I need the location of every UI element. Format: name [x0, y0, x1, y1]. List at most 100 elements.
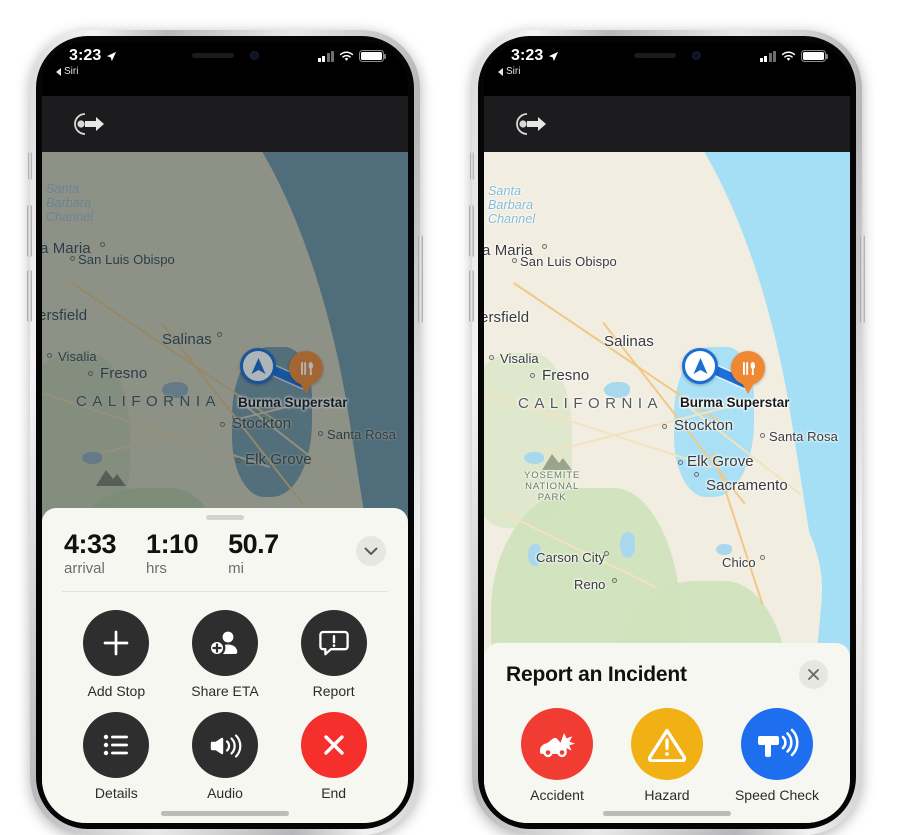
warning-triangle-icon	[647, 728, 687, 762]
eta-summary: 4:33 arrival 1:10 hrs 50.7 mi	[42, 520, 408, 591]
exit-navigation-icon[interactable]	[62, 109, 106, 139]
map-label-city: Salinas	[162, 331, 212, 348]
lake	[620, 532, 635, 558]
end-label: End	[321, 785, 347, 801]
earpiece-speaker	[633, 53, 676, 58]
share-eta-label: Share ETA	[191, 683, 259, 699]
plus-icon	[103, 630, 129, 656]
destination-pin[interactable]	[731, 351, 765, 385]
city-dot	[70, 256, 75, 261]
wifi-icon	[339, 50, 354, 61]
volume-up-button[interactable]	[27, 205, 32, 257]
report-speed-check-button[interactable]: Speed Check	[722, 708, 832, 803]
incident-type-grid: Accident Hazard Speed Check	[484, 692, 850, 823]
details-button[interactable]: Details	[62, 712, 171, 801]
mute-switch-button[interactable]	[470, 152, 474, 180]
mountain-icon	[96, 470, 126, 486]
collapse-sheet-button[interactable]	[356, 536, 386, 566]
share-eta-button[interactable]: Share ETA	[171, 610, 280, 699]
status-bar: 3:23 Siri	[42, 42, 408, 96]
speaker-waves-icon	[210, 734, 242, 758]
home-indicator[interactable]	[603, 811, 731, 816]
back-app-label: Siri	[64, 66, 79, 77]
report-button[interactable]: Report	[279, 610, 388, 699]
map-label-state: CALIFORNIA	[518, 395, 664, 412]
city-dot	[760, 433, 765, 438]
front-camera	[249, 51, 259, 60]
map-label-city: Stockton	[232, 415, 292, 432]
end-navigation-button[interactable]: End	[279, 712, 388, 801]
power-button[interactable]	[418, 235, 423, 323]
speech-bubble-exclamation-icon	[318, 630, 349, 656]
map-label-sea: Santa Barbara Channel	[488, 184, 536, 226]
status-time: 3:23	[69, 47, 117, 65]
end-circle	[300, 712, 367, 778]
screen-left: 3:23 Siri Santa Barbara Channel a Maria …	[42, 42, 408, 823]
map-label-city: San Luis Obispo	[520, 254, 617, 269]
report-accident-button[interactable]: Accident	[502, 708, 612, 803]
city-dot	[236, 458, 241, 463]
volume-up-button[interactable]	[469, 205, 474, 257]
home-indicator[interactable]	[161, 811, 289, 816]
back-to-siri-button[interactable]: Siri	[56, 66, 78, 77]
city-dot	[489, 355, 494, 360]
map-label-city: Santa Rosa	[327, 427, 396, 442]
map-label-city: Fresno	[100, 365, 148, 382]
mountain-icon	[542, 454, 572, 470]
map-label-city: Fresno	[542, 367, 590, 384]
close-x-icon	[808, 669, 819, 680]
phone-left: 3:23 Siri Santa Barbara Channel a Maria …	[27, 30, 423, 835]
status-indicators	[317, 50, 387, 62]
restaurant-icon	[300, 361, 313, 375]
add-stop-button[interactable]: Add Stop	[62, 610, 171, 699]
accident-label: Accident	[530, 787, 584, 803]
eta-arrival-value: 4:33	[64, 529, 117, 559]
map-label-city: Stockton	[674, 417, 734, 434]
exit-navigation-icon[interactable]	[504, 109, 548, 139]
city-dot	[694, 472, 699, 477]
location-arrow-icon	[107, 51, 117, 61]
map-label-city: Santa Rosa	[769, 429, 838, 444]
trip-action-grid: Add Stop Share ETA Report Details Audio …	[42, 592, 408, 823]
map-label-state: CALIFORNIA	[76, 393, 222, 410]
eta-distance-unit: mi	[228, 560, 244, 577]
audio-button[interactable]: Audio	[171, 712, 280, 801]
map-label-city: ersfield	[42, 307, 88, 324]
status-time: 3:23	[511, 47, 559, 65]
city-dot	[542, 244, 547, 249]
city-dot	[760, 555, 765, 560]
close-report-button[interactable]	[799, 660, 828, 689]
eta-duration-unit: hrs	[146, 560, 167, 577]
power-button[interactable]	[860, 235, 865, 323]
cellular-bars-icon	[317, 50, 334, 62]
share-eta-circle	[191, 610, 258, 676]
notch	[591, 42, 743, 69]
back-triangle-icon	[56, 67, 61, 76]
destination-label: Burma Superstar	[238, 395, 348, 410]
volume-down-button[interactable]	[469, 270, 474, 322]
mute-switch-button[interactable]	[28, 152, 32, 180]
city-dot	[217, 332, 222, 337]
status-indicators	[759, 50, 829, 62]
volume-down-button[interactable]	[27, 270, 32, 322]
map-label-city: San Luis Obispo	[78, 252, 175, 267]
eta-duration-value: 1:10	[146, 529, 199, 559]
accident-circle	[521, 708, 593, 780]
car-crash-icon	[540, 733, 575, 758]
speed-camera-icon	[758, 728, 799, 757]
back-to-siri-button[interactable]: Siri	[498, 66, 520, 77]
map-label-city: Elk Grove	[245, 451, 312, 468]
destination-pin[interactable]	[289, 351, 323, 385]
back-triangle-icon	[498, 67, 503, 76]
cellular-bars-icon	[759, 50, 776, 62]
list-icon	[104, 734, 129, 756]
wifi-icon	[781, 50, 796, 61]
destination-label: Burma Superstar	[680, 395, 790, 410]
hazard-circle	[631, 708, 703, 780]
details-circle	[83, 712, 150, 778]
report-hazard-button[interactable]: Hazard	[612, 708, 722, 803]
front-camera	[691, 51, 701, 60]
map-label-city: Reno	[574, 577, 606, 592]
map-label-city: ersfield	[484, 309, 530, 326]
close-x-icon	[323, 735, 344, 755]
